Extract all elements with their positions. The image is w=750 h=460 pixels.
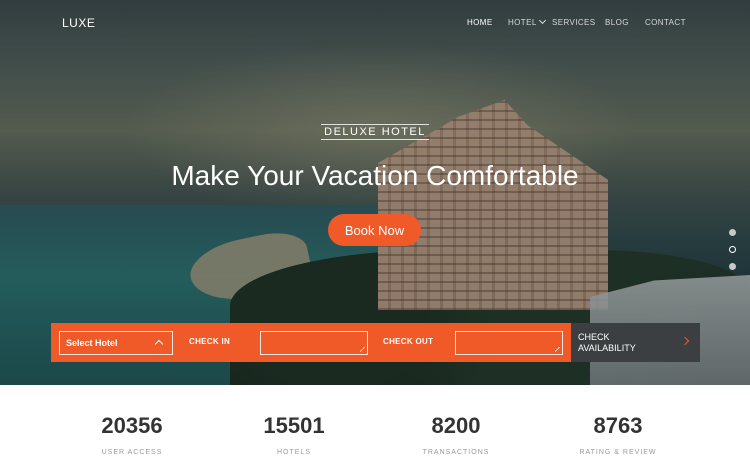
resize-grip-icon (360, 347, 365, 352)
stat-rating-review: 8763 RATING & REVIEW (543, 413, 693, 456)
stat-label: HOTELS (276, 449, 311, 456)
nav-blog[interactable]: BLOG (605, 18, 629, 27)
resize-grip-icon (555, 347, 560, 352)
slider-dot-3[interactable] (729, 263, 736, 270)
nav-contact[interactable]: CONTACT (645, 18, 686, 27)
nav-services[interactable]: SERVICES (552, 18, 596, 27)
check-in-field[interactable] (260, 331, 368, 355)
check-in-label: CHECK IN (189, 337, 231, 346)
select-hotel-dropdown[interactable]: Select Hotel (59, 331, 173, 355)
stat-label: RATING & REVIEW (579, 449, 657, 456)
check-out-label: CHECK OUT (383, 337, 434, 346)
stat-value: 8763 (593, 413, 643, 438)
stat-hotels: 15501 HOTELS (219, 413, 369, 456)
chevron-down-icon (538, 16, 546, 25)
stat-transactions: 8200 TRANSACTIONS (381, 413, 531, 456)
select-hotel-label: Select Hotel (66, 338, 118, 348)
stat-value: 15501 (263, 413, 325, 438)
stat-label: USER ACCESS (101, 449, 163, 456)
nav-home[interactable]: HOME (467, 18, 493, 27)
check-out-field[interactable] (455, 331, 563, 355)
nav-hotel[interactable]: HOTEL (508, 16, 546, 27)
stat-value: 8200 (431, 413, 481, 438)
hero-headline: Make Your Vacation Comfortable (171, 160, 579, 191)
chevron-up-icon (154, 339, 164, 349)
slider-dot-2[interactable] (729, 246, 736, 253)
stat-value: 20356 (101, 413, 163, 438)
nav-hotel-label: HOTEL (508, 18, 537, 27)
check-availability-label: CHECK AVAILABILITY (578, 332, 636, 353)
stat-user-access: 20356 USER ACCESS (57, 413, 207, 456)
hero-kicker-text: DELUXE HOTEL (321, 124, 429, 140)
brand-logo[interactable]: LUXE (62, 16, 95, 30)
chevron-right-icon (680, 336, 690, 346)
hero-kicker: DELUXE HOTEL (0, 122, 750, 140)
slider-dot-1[interactable] (729, 229, 736, 236)
check-availability-button[interactable]: CHECK AVAILABILITY (571, 323, 700, 362)
book-now-button[interactable]: Book Now (328, 214, 421, 246)
stats-section: 20356 USER ACCESS 15501 HOTELS 8200 TRAN… (0, 385, 750, 460)
stat-label: TRANSACTIONS (422, 449, 490, 456)
